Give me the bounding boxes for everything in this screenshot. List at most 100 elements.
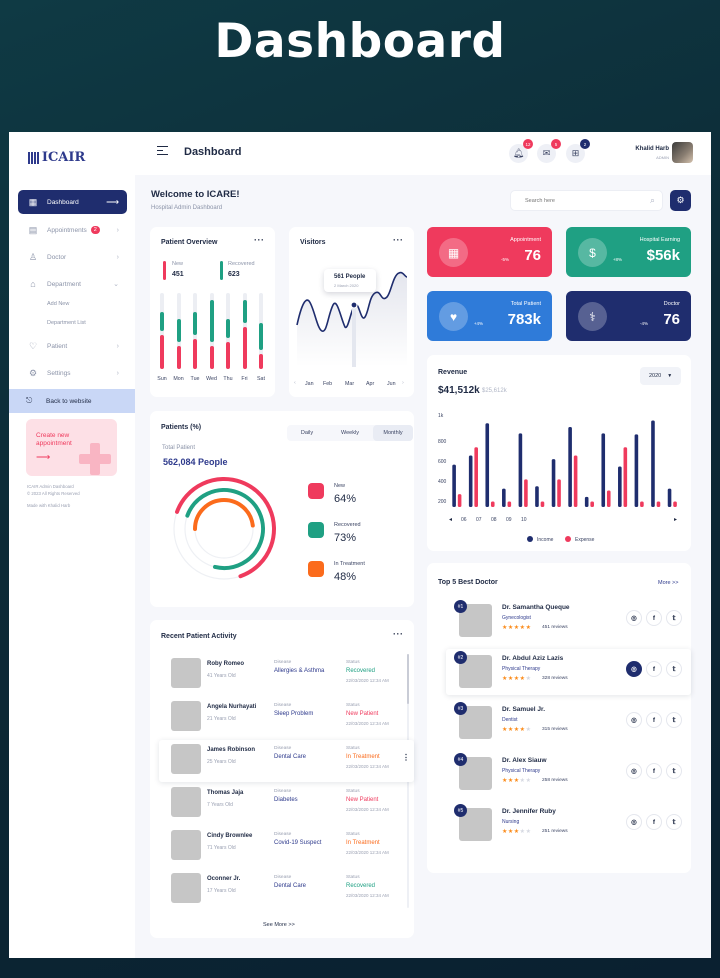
expense-bar[interactable] <box>606 490 611 507</box>
menu-icon[interactable] <box>157 146 168 158</box>
sidebar-item-doctor[interactable]: ♙ Doctor › <box>18 245 127 269</box>
subitem-add-new[interactable]: Add New <box>47 301 69 307</box>
new-bar[interactable] <box>259 353 263 369</box>
chevron-right-icon[interactable]: › <box>402 380 404 386</box>
recovered-bar[interactable] <box>193 311 197 335</box>
doctor-row[interactable]: #1 Dr. Samantha Queque Gynecologist ★★★★★ 45… <box>446 598 691 644</box>
facebook-icon[interactable]: f <box>646 661 662 677</box>
more-icon[interactable]: ··· <box>393 235 404 245</box>
sidebar-item-appointments[interactable]: ▤ Appointments 2 › <box>18 218 127 242</box>
instagram-icon[interactable]: ◎ <box>626 610 642 626</box>
twitter-icon[interactable]: 𝕥 <box>666 763 682 779</box>
back-to-website-button[interactable]: ⎋ Back to website <box>9 389 135 413</box>
twitter-icon[interactable]: 𝕥 <box>666 661 682 677</box>
avatar[interactable] <box>672 142 693 163</box>
expense-bar[interactable] <box>490 501 495 507</box>
facebook-icon[interactable]: f <box>646 763 662 779</box>
expense-bar[interactable] <box>573 455 578 507</box>
recovered-bar[interactable] <box>226 319 230 339</box>
stat-card-appointment[interactable]: ▦ Appointment 76 -5% <box>427 227 552 277</box>
income-bar[interactable] <box>584 496 589 507</box>
more-icon[interactable]: ··· <box>393 629 404 639</box>
table-row[interactable]: Roby Romeo 41 Years Old Disease Allergies &… <box>159 654 414 696</box>
recovered-bar[interactable] <box>242 300 247 324</box>
doctor-row[interactable]: #3 Dr. Samuel Jr. Dentist ★★★★★ 315 reviews ◎… <box>446 700 691 746</box>
new-bar[interactable] <box>209 346 214 369</box>
table-row[interactable]: James Robinson 25 Years Old Disease Dental … <box>159 740 414 782</box>
expense-bar[interactable] <box>590 501 594 507</box>
sidebar-item-dashboard[interactable]: ▦ Dashboard ⟶ <box>18 190 127 214</box>
income-bar[interactable] <box>518 433 523 507</box>
search-bar[interactable]: ⌕ <box>510 190 663 211</box>
messages-button[interactable]: ✉ 5 <box>537 139 561 163</box>
facebook-icon[interactable]: f <box>646 610 662 626</box>
more-doctors-link[interactable]: More >> <box>658 580 678 586</box>
table-row[interactable]: Oconner Jr. 17 Years Old Disease Dental Car… <box>159 869 414 911</box>
expense-bar[interactable] <box>540 501 545 507</box>
doctor-row[interactable]: #5 Dr. Jennifer Ruby Nursing ★★★★★ 251 revie… <box>446 802 691 848</box>
twitter-icon[interactable]: 𝕥 <box>666 712 682 728</box>
income-bar[interactable] <box>634 434 639 507</box>
expense-bar[interactable] <box>656 501 661 507</box>
gift-button[interactable]: ⊞ 2 <box>566 139 590 163</box>
logo[interactable]: ICAIR <box>28 150 85 165</box>
hover-point[interactable] <box>350 301 358 309</box>
sidebar-item-settings[interactable]: ⚙ Settings › <box>18 361 127 385</box>
stat-card-doctor[interactable]: ⚕ Doctor 76 -4% <box>566 291 691 341</box>
new-bar[interactable] <box>176 346 181 369</box>
table-row[interactable]: Angela Nurhayati 21 Years Old Disease Sleep… <box>159 697 414 739</box>
stat-card-total-patient[interactable]: ♥ Total Patient 783k +4% <box>427 291 552 341</box>
instagram-icon[interactable]: ◎ <box>626 763 642 779</box>
tab-daily[interactable]: Daily <box>287 425 327 441</box>
recovered-bar[interactable] <box>160 311 164 331</box>
expense-bar[interactable] <box>457 494 462 507</box>
stat-card-hospital-earning[interactable]: $ Hospital Earning $56k +8% <box>566 227 691 277</box>
chevron-right-icon[interactable]: ▸ <box>674 517 677 523</box>
expense-bar[interactable] <box>557 479 561 507</box>
income-bar[interactable] <box>485 423 490 507</box>
new-bar[interactable] <box>193 338 197 369</box>
expense-bar[interactable] <box>623 447 628 507</box>
twitter-icon[interactable]: 𝕥 <box>666 814 682 830</box>
doctor-row[interactable]: #2 Dr. Abdul Aziz Lazis Physical Therapy ★★… <box>446 649 691 695</box>
income-bar[interactable] <box>568 426 572 507</box>
income-bar[interactable] <box>601 433 606 507</box>
sidebar-item-department[interactable]: ⌂ Department ⌄ <box>18 272 127 296</box>
instagram-icon[interactable]: ◎ <box>626 712 642 728</box>
chevron-left-icon[interactable]: ‹ <box>294 380 296 386</box>
income-bar[interactable] <box>618 466 622 507</box>
sidebar-item-patient[interactable]: ♡ Patient › <box>18 334 127 358</box>
doctor-row[interactable]: #4 Dr. Alex Siauw Physical Therapy ★★★★★ 258… <box>446 751 691 797</box>
recovered-bar[interactable] <box>209 300 214 343</box>
see-more-link[interactable]: See More >> <box>263 922 295 928</box>
instagram-icon[interactable]: ◎ <box>626 661 642 677</box>
year-select[interactable]: 2020 ▼ <box>640 367 681 385</box>
expense-bar[interactable] <box>673 501 677 507</box>
expense-bar[interactable] <box>507 501 512 507</box>
tab-weekly[interactable]: Weekly <box>330 425 370 441</box>
chevron-left-icon[interactable]: ◂ <box>449 517 452 523</box>
twitter-icon[interactable]: 𝕥 <box>666 610 682 626</box>
income-bar[interactable] <box>651 420 655 507</box>
expense-bar[interactable] <box>640 501 644 507</box>
settings-button[interactable]: ⚙ <box>670 190 691 211</box>
income-bar[interactable] <box>452 464 456 507</box>
income-bar[interactable] <box>535 486 539 507</box>
recovered-bar[interactable] <box>176 319 181 343</box>
create-appointment-card[interactable]: Create new appointment ⟶ <box>26 419 117 476</box>
facebook-icon[interactable]: f <box>646 814 662 830</box>
more-icon[interactable]: ··· <box>254 235 265 245</box>
income-bar[interactable] <box>551 459 556 507</box>
tab-monthly[interactable]: Monthly <box>373 425 413 441</box>
instagram-icon[interactable]: ◎ <box>626 814 642 830</box>
subitem-department-list[interactable]: Department List <box>47 320 86 326</box>
expense-bar[interactable] <box>524 479 528 507</box>
table-row[interactable]: Cindy Brownlee 71 Years Old Disease Covid-1… <box>159 826 414 868</box>
facebook-icon[interactable]: f <box>646 712 662 728</box>
table-row[interactable]: Thomas Jaja 7 Years Old Disease Diabetes Sta… <box>159 783 414 825</box>
recovered-bar[interactable] <box>259 323 263 350</box>
income-bar[interactable] <box>667 488 672 507</box>
kebab-menu-icon[interactable]: ⋮ <box>402 753 410 762</box>
new-bar[interactable] <box>242 327 247 369</box>
income-bar[interactable] <box>502 488 506 507</box>
